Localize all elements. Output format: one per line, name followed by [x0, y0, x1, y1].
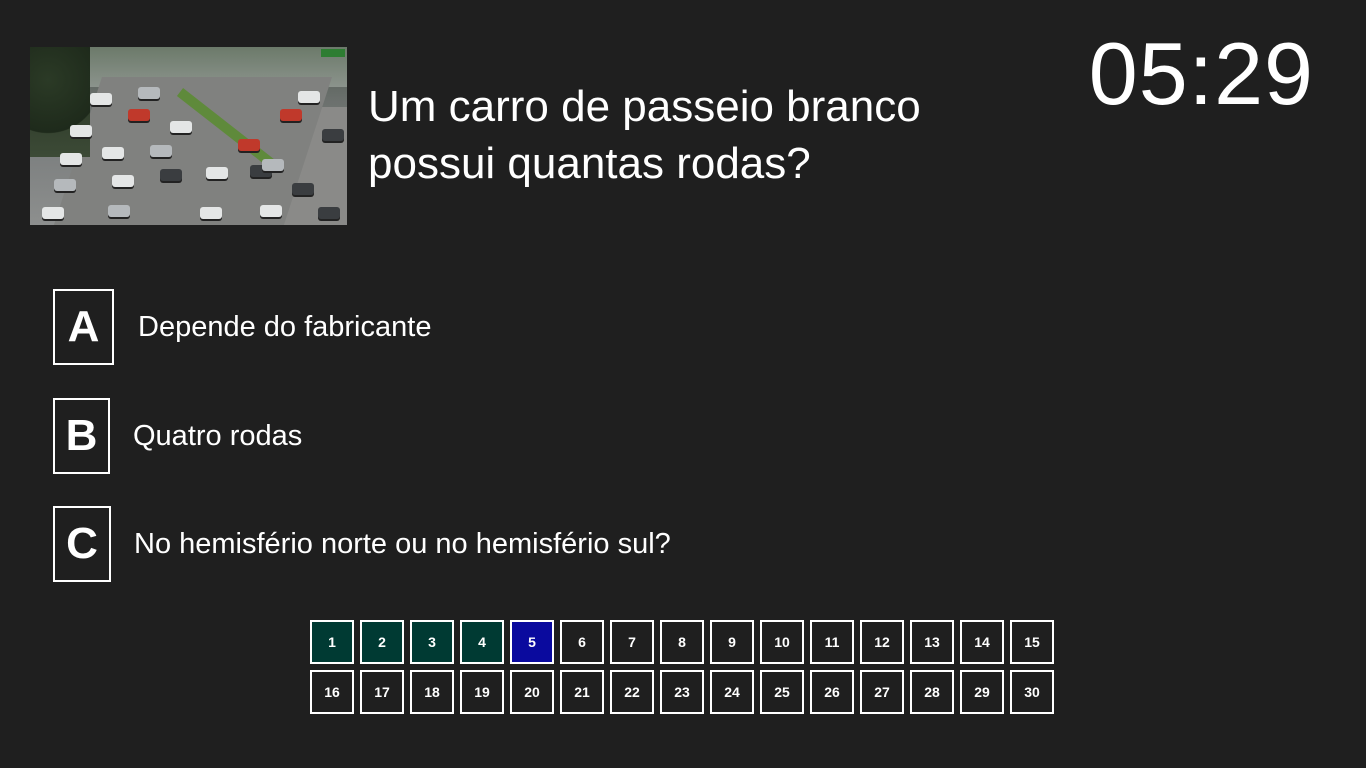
question-nav-button-24[interactable]: 24 — [710, 670, 754, 714]
question-text: Um carro de passeio branco possui quanta… — [368, 78, 1008, 192]
question-nav-button-21[interactable]: 21 — [560, 670, 604, 714]
question-nav-button-14[interactable]: 14 — [960, 620, 1004, 664]
question-nav-button-2[interactable]: 2 — [360, 620, 404, 664]
question-nav-button-5[interactable]: 5 — [510, 620, 554, 664]
question-nav-button-8[interactable]: 8 — [660, 620, 704, 664]
question-nav-button-12[interactable]: 12 — [860, 620, 904, 664]
photo-trees — [30, 47, 90, 157]
question-nav-button-18[interactable]: 18 — [410, 670, 454, 714]
question-nav-button-15[interactable]: 15 — [1010, 620, 1054, 664]
question-nav-button-13[interactable]: 13 — [910, 620, 954, 664]
photo-car — [322, 129, 344, 141]
photo-car — [90, 93, 112, 105]
question-nav-button-28[interactable]: 28 — [910, 670, 954, 714]
question-nav-button-23[interactable]: 23 — [660, 670, 704, 714]
photo-car — [298, 91, 320, 103]
photo-car — [150, 145, 172, 157]
question-nav-button-30[interactable]: 30 — [1010, 670, 1054, 714]
option-b[interactable]: B Quatro rodas — [53, 398, 302, 474]
question-navigation-grid: 1 2 3 4 5 6 7 8 9 10 11 12 13 14 15 16 17 18 19 20 21 22 23 24 2… — [310, 620, 1054, 714]
photo-car — [260, 205, 282, 217]
option-text: Depende do fabricante — [138, 310, 432, 343]
question-nav-button-26[interactable]: 26 — [810, 670, 854, 714]
question-nav-button-17[interactable]: 17 — [360, 670, 404, 714]
photo-car — [42, 207, 64, 219]
option-letter-box: B — [53, 398, 110, 474]
question-nav-button-27[interactable]: 27 — [860, 670, 904, 714]
photo-car — [206, 167, 228, 179]
photo-car — [238, 139, 260, 151]
countdown-timer: 05:29 — [1088, 24, 1314, 123]
photo-car — [170, 121, 192, 133]
photo-car — [200, 207, 222, 219]
question-nav-button-20[interactable]: 20 — [510, 670, 554, 714]
option-text: Quatro rodas — [133, 419, 303, 452]
question-nav-button-19[interactable]: 19 — [460, 670, 504, 714]
question-nav-button-1[interactable]: 1 — [310, 620, 354, 664]
option-letter-box: A — [53, 289, 114, 365]
option-text: No hemisfério norte ou no hemisfério sul… — [134, 527, 671, 560]
option-letter-box: C — [53, 506, 111, 582]
option-a[interactable]: A Depende do fabricante — [53, 289, 431, 365]
question-nav-button-11[interactable]: 11 — [810, 620, 854, 664]
question-nav-button-29[interactable]: 29 — [960, 670, 1004, 714]
option-c[interactable]: C No hemisfério norte ou no hemisfério s… — [53, 506, 671, 582]
question-nav-button-6[interactable]: 6 — [560, 620, 604, 664]
photo-sign — [321, 49, 345, 57]
question-nav-button-4[interactable]: 4 — [460, 620, 504, 664]
question-nav-button-10[interactable]: 10 — [760, 620, 804, 664]
photo-car — [60, 153, 82, 165]
photo-car — [70, 125, 92, 137]
question-nav-button-9[interactable]: 9 — [710, 620, 754, 664]
photo-car — [262, 159, 284, 171]
question-nav-button-22[interactable]: 22 — [610, 670, 654, 714]
photo-car — [54, 179, 76, 191]
photo-car — [318, 207, 340, 219]
question-line-2: possui quantas rodas? — [368, 139, 811, 188]
photo-car — [160, 169, 182, 181]
photo-car — [102, 147, 124, 159]
question-nav-button-7[interactable]: 7 — [610, 620, 654, 664]
photo-car — [292, 183, 314, 195]
photo-car — [280, 109, 302, 121]
photo-car — [128, 109, 150, 121]
photo-car — [108, 205, 130, 217]
question-nav-button-16[interactable]: 16 — [310, 670, 354, 714]
photo-car — [138, 87, 160, 99]
question-nav-button-25[interactable]: 25 — [760, 670, 804, 714]
question-nav-button-3[interactable]: 3 — [410, 620, 454, 664]
question-line-1: Um carro de passeio branco — [368, 82, 921, 131]
question-image — [30, 47, 347, 225]
photo-car — [112, 175, 134, 187]
quiz-screen: Um carro de passeio branco possui quanta… — [0, 0, 1366, 768]
